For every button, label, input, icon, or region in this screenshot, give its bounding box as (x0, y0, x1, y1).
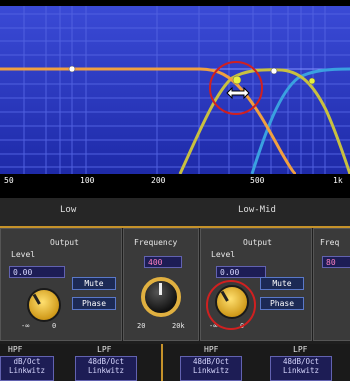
filter-row: HPF LPF HPF LPF dB/Oct Linkwitz 48dB/Oct… (0, 344, 350, 381)
level-label: Level (211, 250, 236, 259)
filter-slope: 48dB/Oct (87, 357, 125, 366)
low-lpf-slope-selector[interactable]: 48dB/Oct Linkwitz (75, 356, 137, 381)
graph-canvas[interactable] (0, 0, 350, 198)
low-frequency-strip: Frequency 400 20 20k (123, 228, 199, 341)
filter-slope: 48dB/Oct (192, 357, 230, 366)
strip-title: Frequency (134, 238, 178, 247)
freq-tick-label: 500 (250, 176, 265, 185)
frequency-value-field[interactable]: 400 (144, 256, 182, 268)
frequency-knob[interactable] (141, 277, 181, 317)
filter-type: Linkwitz (282, 366, 320, 375)
freq-tick-label: 1k (333, 176, 343, 185)
strip-title: Output (243, 238, 272, 247)
graph-top-bar (0, 0, 350, 6)
knob-pointer (32, 293, 41, 305)
band-label-low: Low (60, 205, 77, 215)
level-value-field[interactable]: 0.00 (216, 266, 266, 278)
freq-tick-label: 200 (151, 176, 166, 185)
lpf-label: LPF (97, 345, 112, 354)
freq-tick-label: 100 (80, 176, 95, 185)
filter-type: Linkwitz (192, 366, 230, 375)
band-divider (161, 344, 163, 381)
highlight-circle (206, 280, 256, 330)
lowmid-hpf-slope-selector[interactable]: 48dB/Oct Linkwitz (180, 356, 242, 381)
mid-band-handle[interactable] (308, 77, 316, 85)
level-value-field[interactable]: 0.00 (9, 266, 65, 278)
band-label-low-mid: Low-Mid (238, 205, 276, 215)
low-mid-frequency-strip: Freq 80 (313, 228, 350, 341)
strip-title: Output (50, 238, 79, 247)
low-mid-lpf-handle[interactable] (270, 67, 278, 75)
mute-button[interactable]: Mute (260, 277, 304, 290)
lpf-label: LPF (293, 345, 308, 354)
control-panel: Output Level 0.00 Mute Phase -∞ 0 Freque… (0, 228, 350, 381)
low-hpf-slope-selector[interactable]: dB/Oct Linkwitz (0, 356, 54, 381)
filter-type: Linkwitz (87, 366, 125, 375)
knob-pointer (159, 283, 162, 295)
mute-button[interactable]: Mute (72, 277, 116, 290)
low-band-handle[interactable] (68, 65, 76, 73)
strip-title: Freq (320, 238, 340, 247)
crossover-editor: 50 100 200 500 1k Low Low-Mid Output Lev… (0, 0, 350, 381)
output-level-knob[interactable] (27, 288, 61, 322)
lowmid-lpf-slope-selector[interactable]: 48dB/Oct Linkwitz (270, 356, 332, 381)
scale-max-label: 20k (172, 322, 185, 330)
band-header: Low Low-Mid (0, 198, 350, 228)
scale-max-label: 0 (52, 322, 57, 330)
frequency-response-graph[interactable]: 50 100 200 500 1k (0, 0, 350, 198)
frequency-value-field[interactable]: 80 (322, 256, 350, 268)
scale-min-label: -∞ (21, 322, 30, 330)
frequency-axis (0, 174, 350, 198)
hpf-label: HPF (8, 345, 23, 354)
filter-slope: 48dB/Oct (282, 357, 320, 366)
phase-button[interactable]: Phase (260, 297, 304, 310)
filter-slope: dB/Oct (13, 357, 41, 366)
scale-min-label: 20 (137, 322, 146, 330)
low-mid-hpf-handle[interactable] (232, 75, 242, 85)
low-output-strip: Output Level 0.00 Mute Phase -∞ 0 (0, 228, 122, 341)
filter-type: Linkwitz (8, 366, 46, 375)
hpf-label: HPF (204, 345, 219, 354)
low-mid-output-strip: Output Level 0.00 Mute Phase -∞ 0 (200, 228, 312, 341)
graph-plot-area (0, 6, 350, 174)
freq-tick-label: 50 (4, 176, 14, 185)
level-label: Level (11, 250, 36, 259)
phase-button[interactable]: Phase (72, 297, 116, 310)
